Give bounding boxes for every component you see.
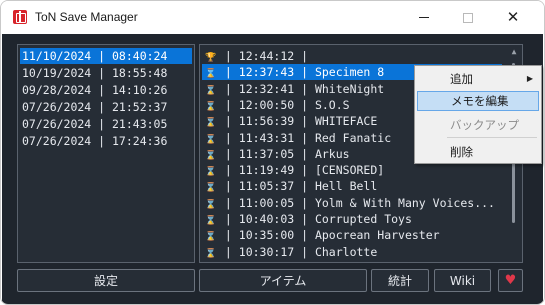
session-time: 12:32:41 [238, 81, 295, 96]
hourglass-icon: ⌛ [205, 101, 217, 112]
hourglass-icon: ⌛ [205, 216, 217, 226]
menu-item-delete-label: 削除 [450, 145, 473, 159]
menu-item-backup[interactable]: バックアップ [417, 115, 539, 135]
items-button[interactable]: アイテム [199, 269, 367, 292]
hourglass-icon: ⌛ [205, 150, 217, 161]
session-name: Apocrean Harvester [314, 228, 440, 243]
menu-item-backup-label: バックアップ [450, 118, 519, 132]
session-time: 11:56:39 [238, 114, 295, 129]
heart-icon: ♥ [504, 273, 517, 288]
context-menu: 追加 ▶ メモを編集 バックアップ 削除 [414, 65, 542, 164]
session-list-item[interactable]: ⌛ | 10:40:03 | Corrupted Toys [202, 211, 502, 227]
date-list-item[interactable]: 09/28/2024 | 14:10:26 [20, 82, 192, 98]
session-time: 10:30:17 [238, 244, 295, 259]
menu-separator [447, 137, 537, 138]
stats-button[interactable]: 統計 [371, 269, 429, 292]
menu-item-edit-memo[interactable]: メモを編集 [417, 91, 539, 111]
minimize-icon [419, 17, 429, 18]
menu-item-add-label: 追加 [450, 72, 473, 86]
date-list-item[interactable]: 07/26/2024 | 21:43:05 [20, 116, 192, 132]
hourglass-icon: ⌛ [205, 118, 217, 129]
date-list-item[interactable]: 07/26/2024 | 21:52:37 [20, 99, 192, 115]
session-time: 12:00:50 [238, 97, 295, 112]
session-name: Hell Bell [314, 179, 378, 194]
menu-item-add[interactable]: 追加 ▶ [417, 69, 539, 89]
date-list-item[interactable]: 10/19/2024 | 18:55:48 [20, 65, 192, 81]
session-time: 11:19:49 [238, 163, 295, 178]
date-list[interactable]: 11/10/2024 | 08:40:24 10/19/2024 | 18:55:… [17, 44, 195, 263]
hourglass-icon: ⌛ [205, 199, 217, 210]
session-time: 11:37:05 [238, 146, 295, 161]
session-name: Arkus [314, 146, 350, 161]
hourglass-icon: ⌛ [205, 167, 217, 178]
session-list-item[interactable]: 🏆 | 12:44:12 | [202, 48, 502, 64]
session-time: 11:43:31 [238, 130, 295, 145]
hourglass-icon: ⌛ [205, 134, 217, 145]
title-bar[interactable]: ToN Save Manager ✕ [1, 1, 544, 34]
session-time: 11:00:05 [238, 195, 295, 210]
session-list-item[interactable]: ⌛ | 10:30:17 | Charlotte [202, 244, 502, 260]
session-name: WhiteNight [314, 81, 385, 96]
settings-button[interactable]: 設定 [17, 269, 195, 292]
app-window: ToN Save Manager ✕ 11/10/2024 | 08:40:24… [0, 0, 545, 305]
hourglass-icon: ⌛ [205, 85, 217, 96]
session-time: 10:40:03 [238, 212, 295, 226]
heart-button[interactable]: ♥ [498, 269, 523, 292]
session-name: [CENSORED] [314, 163, 385, 178]
submenu-arrow-icon: ▶ [526, 74, 533, 83]
menu-item-delete[interactable]: 削除 [417, 142, 539, 162]
close-button[interactable]: ✕ [490, 1, 536, 34]
app-logo-icon [13, 10, 27, 24]
date-list-item[interactable]: 07/26/2024 | 17:24:36 [20, 133, 192, 149]
session-name: Red Fanatic [314, 130, 392, 145]
session-time: 11:05:37 [238, 179, 295, 194]
trophy-icon: 🏆 [205, 53, 217, 63]
session-list-item[interactable]: ⌛ | 11:19:49 | [CENSORED] [202, 162, 502, 178]
session-list-item[interactable]: ⌛ | 10:35:00 | Apocrean Harvester [202, 227, 502, 243]
maximize-button[interactable] [445, 1, 491, 34]
session-name: Yolm & With Many Voices... [314, 195, 495, 210]
minimize-button[interactable] [401, 1, 447, 34]
session-name: WHITEFACE [314, 114, 378, 129]
hourglass-icon: ⌛ [205, 69, 217, 80]
wiki-button[interactable]: Wiki [434, 269, 491, 292]
hourglass-icon: ⌛ [205, 183, 217, 194]
maximize-icon [463, 12, 473, 23]
session-time: 10:35:00 [238, 228, 295, 243]
window-title: ToN Save Manager [35, 10, 138, 24]
close-icon: ✕ [506, 8, 520, 26]
session-name: Corrupted Toys [314, 212, 412, 226]
session-list-item[interactable]: ⌛ | 11:05:37 | Hell Bell [202, 178, 502, 194]
date-list-item[interactable]: 11/10/2024 | 08:40:24 [20, 48, 192, 64]
session-name: Specimen 8 [314, 65, 385, 80]
session-name: S.O.S [314, 97, 350, 112]
menu-item-edit-memo-label: メモを編集 [451, 94, 509, 108]
session-name: Charlotte [314, 244, 378, 259]
scroll-up-icon[interactable]: ▲ [509, 48, 519, 56]
session-list-item[interactable]: ⌛ | 11:00:05 | Yolm & With Many Voices..… [202, 195, 502, 211]
session-time: 12:44:12 [238, 49, 295, 63]
hourglass-icon: ⌛ [205, 248, 217, 259]
session-time: 12:37:43 [238, 65, 295, 80]
hourglass-icon: ⌛ [205, 232, 217, 243]
